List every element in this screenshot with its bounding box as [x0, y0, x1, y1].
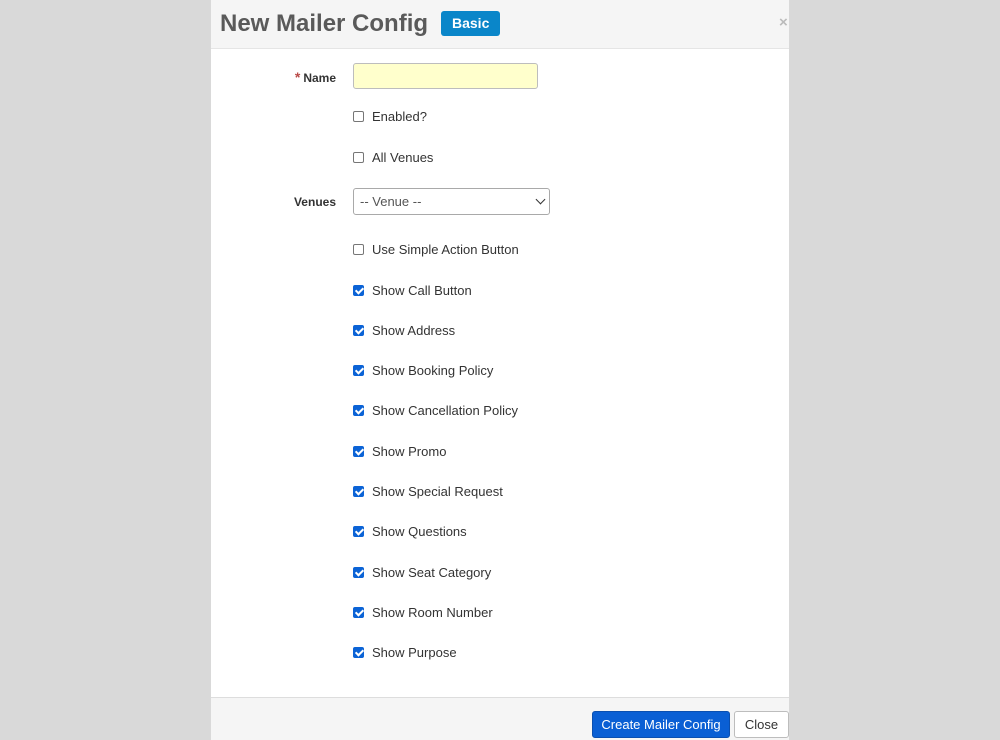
room-number-checkbox[interactable] [353, 606, 364, 618]
checkbox-row-address[interactable]: Show Address [353, 322, 455, 338]
close-icon[interactable]: × [779, 14, 789, 32]
modal-footer: Create Mailer Config Close [211, 697, 789, 740]
checkbox-row-enabled[interactable]: Enabled? [353, 108, 427, 124]
address-label: Show Address [372, 322, 456, 338]
call-button-label: Show Call Button [372, 282, 472, 298]
checkbox-row-simple-action[interactable]: Use Simple Action Button [353, 241, 519, 257]
name-label: * Name [295, 69, 336, 85]
checkbox-row-all-venues[interactable]: All Venues [353, 149, 433, 165]
booking-policy-checkbox[interactable] [353, 364, 364, 376]
questions-label: Show Questions [372, 523, 467, 539]
booking-policy-label: Show Booking Policy [372, 362, 494, 378]
cancellation-policy-checkbox[interactable] [353, 404, 364, 416]
questions-checkbox[interactable] [353, 525, 364, 537]
checkbox-row-purpose[interactable]: Show Purpose [353, 644, 457, 660]
all-venues-label: All Venues [372, 149, 434, 165]
enabled-checkbox[interactable] [353, 110, 364, 122]
call-button-checkbox[interactable] [353, 284, 364, 296]
purpose-checkbox[interactable] [353, 646, 364, 658]
promo-checkbox[interactable] [353, 445, 364, 457]
cancellation-policy-label: Show Cancellation Policy [372, 402, 518, 418]
simple-action-checkbox[interactable] [353, 243, 364, 255]
name-label-text: Name [303, 71, 336, 85]
seat-category-checkbox[interactable] [353, 566, 364, 578]
checkbox-row-cancellation-policy[interactable]: Show Cancellation Policy [353, 402, 518, 418]
venues-label: Venues [293, 195, 336, 209]
address-checkbox[interactable] [353, 324, 364, 336]
checkbox-row-call-button[interactable]: Show Call Button [353, 282, 472, 298]
room-number-label: Show Room Number [372, 604, 493, 620]
special-request-checkbox[interactable] [353, 485, 364, 497]
required-mark: * [294, 69, 301, 85]
purpose-label: Show Purpose [372, 644, 457, 660]
enabled-label: Enabled? [372, 108, 427, 124]
checkbox-row-promo[interactable]: Show Promo [353, 443, 446, 459]
checkbox-row-questions[interactable]: Show Questions [353, 523, 467, 539]
all-venues-checkbox[interactable] [353, 151, 364, 163]
close-button[interactable]: Close [734, 711, 789, 738]
special-request-label: Show Special Request [372, 483, 503, 499]
checkbox-row-special-request[interactable]: Show Special Request [353, 483, 503, 499]
seat-category-label: Show Seat Category [372, 564, 492, 580]
mailer-config-modal: New Mailer Config Basic × * Name Enabled?… [211, 0, 789, 740]
modal-header: New Mailer Config Basic × [211, 0, 789, 49]
simple-action-label: Use Simple Action Button [372, 241, 519, 257]
checkbox-row-seat-category[interactable]: Show Seat Category [353, 564, 491, 580]
venues-selected-value: -- Venue -- [360, 194, 422, 209]
checkbox-row-room-number[interactable]: Show Room Number [353, 604, 493, 620]
mode-badge: Basic [441, 11, 501, 36]
venues-select[interactable]: -- Venue -- [353, 188, 550, 215]
create-mailer-config-button[interactable]: Create Mailer Config [592, 711, 730, 738]
checkbox-row-booking-policy[interactable]: Show Booking Policy [353, 362, 493, 378]
modal-title: New Mailer Config [220, 10, 429, 37]
promo-label: Show Promo [372, 443, 447, 459]
chevron-down-icon [535, 194, 546, 205]
name-input[interactable] [353, 63, 538, 89]
